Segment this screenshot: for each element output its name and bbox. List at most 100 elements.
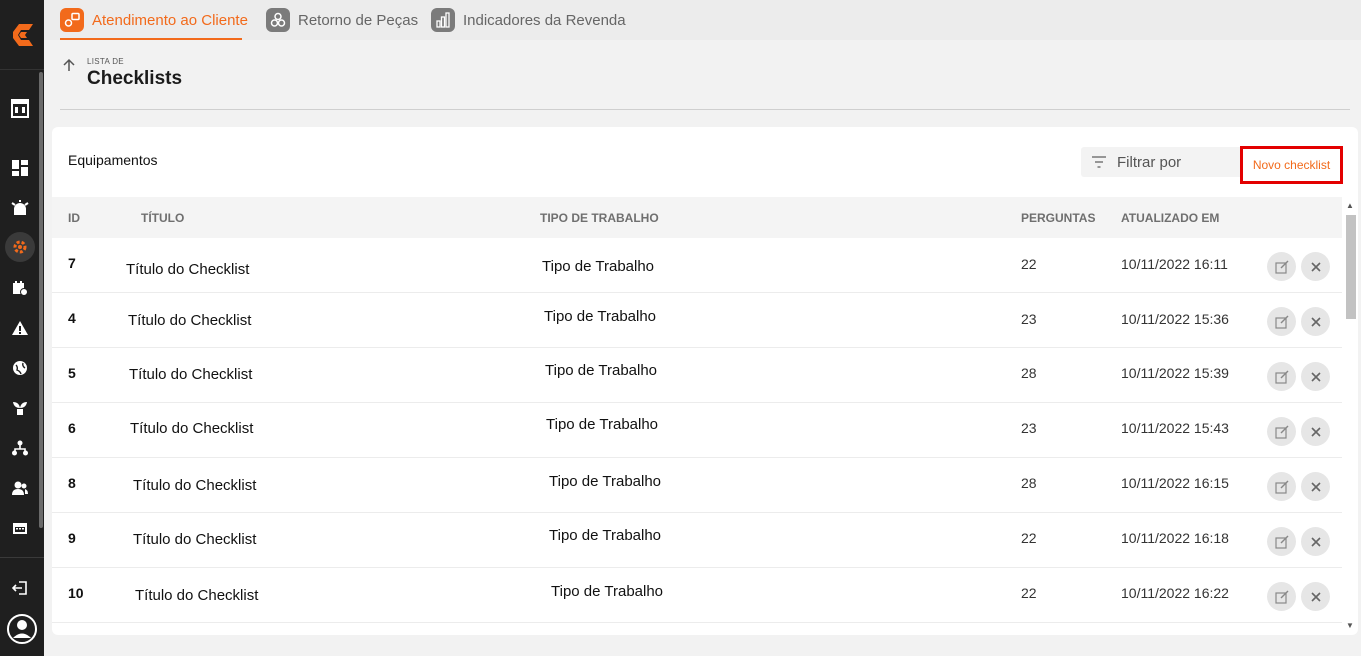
row-title: Título do Checklist: [135, 587, 259, 604]
table-header: ID TÍTULO TIPO DE TRABALHO PERGUNTAS ATU…: [52, 197, 1342, 238]
close-icon[interactable]: [1301, 307, 1330, 336]
logout-icon[interactable]: [8, 576, 32, 600]
filter-button[interactable]: Filtrar por: [1081, 147, 1243, 177]
tab-indicadores-da-revenda[interactable]: Indicadores da Revenda: [431, 0, 626, 40]
row-id: 4: [68, 310, 76, 326]
row-updated: 10/11/2022 16:18: [1121, 530, 1229, 546]
breadcrumb: LISTA DE: [87, 57, 124, 66]
close-icon[interactable]: [1301, 417, 1330, 446]
row-id: 10: [68, 585, 84, 601]
row-updated: 10/11/2022 15:43: [1121, 420, 1229, 436]
users-icon[interactable]: [8, 476, 32, 500]
top-tabs: Atendimento ao Cliente Retorno de Peças …: [44, 0, 1361, 40]
row-id: 8: [68, 475, 76, 491]
alarm-icon[interactable]: [8, 196, 32, 220]
filter-label: Filtrar por: [1117, 153, 1182, 171]
row-title: Título do Checklist: [133, 477, 257, 494]
row-work-type: Tipo de Trabalho: [546, 416, 659, 433]
table-row[interactable]: 9 Título do Checklist Tipo de Trabalho 2…: [52, 513, 1342, 568]
table-row[interactable]: 10 Título do Checklist Tipo de Trabalho …: [52, 568, 1342, 623]
table-row[interactable]: 5 Título do Checklist Tipo de Trabalho 2…: [52, 348, 1342, 403]
dashboard-icon[interactable]: [8, 156, 32, 180]
column-header-questions[interactable]: PERGUNTAS: [1021, 211, 1095, 225]
scroll-up-icon[interactable]: ▲: [1346, 201, 1354, 210]
sidebar: [0, 0, 44, 656]
column-header-updated[interactable]: ATUALIZADO EM: [1121, 211, 1219, 225]
row-questions: 23: [1021, 420, 1037, 436]
calendar-grid-icon[interactable]: [8, 516, 32, 540]
row-work-type: Tipo de Trabalho: [545, 362, 658, 379]
arrow-up-icon[interactable]: [62, 58, 78, 74]
column-header-work-type[interactable]: TIPO DE TRABALHO: [540, 211, 659, 225]
table-row[interactable]: 6 Título do Checklist Tipo de Trabalho 2…: [52, 403, 1342, 458]
parts-icon: [266, 8, 290, 32]
tab-label: Retorno de Peças: [298, 11, 419, 29]
scrollbar-thumb[interactable]: [1346, 215, 1356, 319]
card-title: Equipamentos: [68, 152, 158, 168]
edit-icon[interactable]: [1267, 472, 1296, 501]
edit-icon[interactable]: [1267, 417, 1296, 446]
row-updated: 10/11/2022 15:36: [1121, 311, 1229, 327]
close-icon[interactable]: [1301, 362, 1330, 391]
filter-icon: [1092, 156, 1106, 168]
warning-icon[interactable]: [8, 316, 32, 340]
page-title: Checklists: [87, 68, 183, 89]
close-icon[interactable]: [1301, 252, 1330, 281]
close-icon[interactable]: [1301, 527, 1330, 556]
row-id: 9: [68, 530, 76, 546]
row-updated: 10/11/2022 16:11: [1121, 256, 1228, 272]
row-questions: 22: [1021, 256, 1037, 272]
table-row[interactable]: 8 Título do Checklist Tipo de Trabalho 2…: [52, 458, 1342, 513]
tab-label: Atendimento ao Cliente: [92, 11, 248, 29]
row-questions: 22: [1021, 585, 1037, 601]
row-title: Título do Checklist: [129, 366, 253, 383]
table-row[interactable]: 7 Título do Checklist Tipo de Trabalho 2…: [52, 238, 1342, 293]
globe-icon[interactable]: [8, 356, 32, 380]
row-updated: 10/11/2022 16:22: [1121, 585, 1229, 601]
checklist-card: Equipamentos Filtrar por Novo checklist …: [52, 127, 1358, 635]
tab-atendimento-ao-cliente[interactable]: Atendimento ao Cliente: [60, 0, 248, 40]
table-row[interactable]: 4 Título do Checklist Tipo de Trabalho 2…: [52, 293, 1342, 348]
user-avatar-icon[interactable]: [5, 612, 39, 646]
scroll-down-icon[interactable]: ▼: [1346, 621, 1354, 630]
column-header-id[interactable]: ID: [68, 211, 80, 225]
sidebar-divider: [0, 557, 44, 558]
logo-icon[interactable]: [0, 0, 44, 70]
row-id: 5: [68, 365, 76, 381]
row-updated: 10/11/2022 15:39: [1121, 365, 1229, 381]
row-questions: 28: [1021, 365, 1037, 381]
row-title: Título do Checklist: [130, 420, 254, 437]
active-tab-indicator: [60, 38, 242, 40]
plant-icon[interactable]: [8, 396, 32, 420]
row-work-type: Tipo de Trabalho: [549, 527, 662, 544]
edit-icon[interactable]: [1267, 307, 1296, 336]
row-id: 6: [68, 420, 76, 436]
column-header-title[interactable]: TÍTULO: [141, 211, 184, 225]
gear-icon[interactable]: [5, 232, 35, 262]
edit-icon[interactable]: [1267, 362, 1296, 391]
store-icon[interactable]: [8, 96, 32, 120]
row-questions: 23: [1021, 311, 1037, 327]
row-id: 7: [68, 255, 76, 271]
close-icon[interactable]: [1301, 472, 1330, 501]
new-checklist-button[interactable]: Novo checklist: [1240, 146, 1343, 184]
row-title: Título do Checklist: [128, 312, 252, 329]
org-chart-icon[interactable]: [8, 436, 32, 460]
tab-retorno-de-pecas[interactable]: Retorno de Peças: [266, 0, 418, 40]
calendar-icon[interactable]: [8, 276, 32, 300]
row-work-type: Tipo de Trabalho: [551, 583, 664, 600]
row-work-type: Tipo de Trabalho: [542, 258, 655, 275]
sidebar-scrollbar[interactable]: [39, 72, 43, 528]
tab-label: Indicadores da Revenda: [463, 11, 626, 29]
edit-icon[interactable]: [1267, 582, 1296, 611]
edit-icon[interactable]: [1267, 527, 1296, 556]
row-work-type: Tipo de Trabalho: [549, 473, 662, 490]
header-divider: [60, 109, 1350, 110]
customer-service-icon: [60, 8, 84, 32]
table-scrollbar[interactable]: ▲ ▼: [1344, 201, 1356, 631]
row-title: Título do Checklist: [133, 531, 257, 548]
edit-icon[interactable]: [1267, 252, 1296, 281]
close-icon[interactable]: [1301, 582, 1330, 611]
new-checklist-label: Novo checklist: [1252, 158, 1331, 172]
row-updated: 10/11/2022 16:15: [1121, 475, 1229, 491]
